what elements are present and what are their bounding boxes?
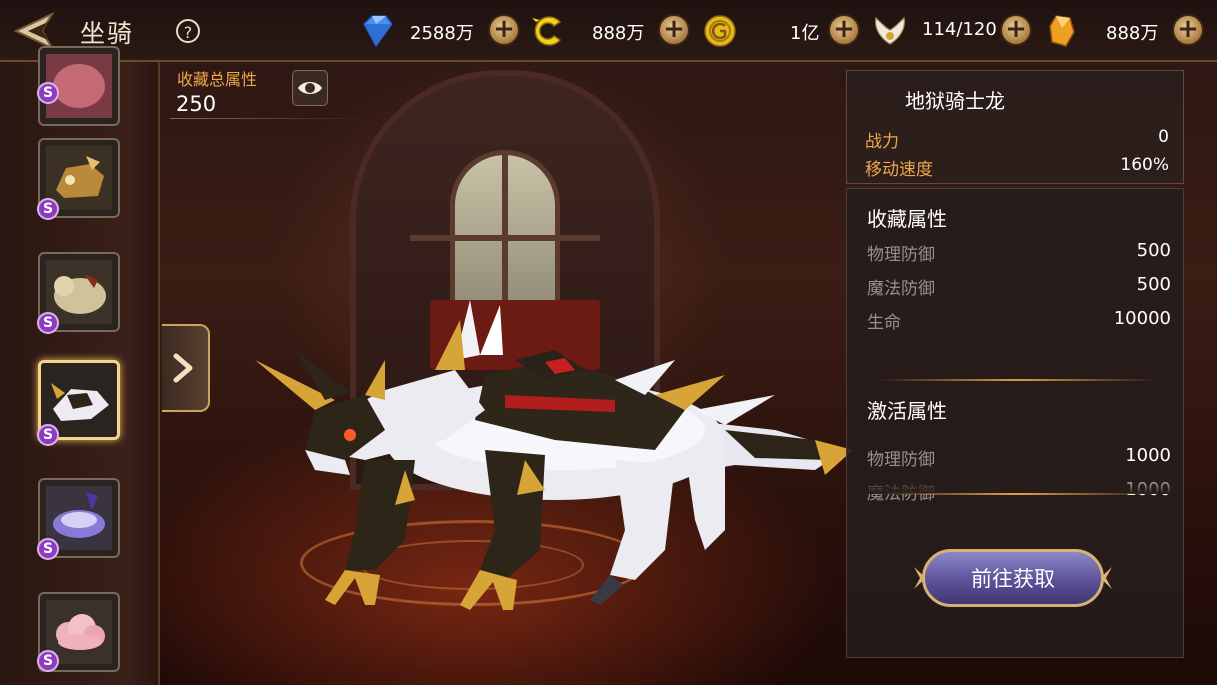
stat-value: 160%	[1120, 155, 1169, 175]
expand-list-button[interactable]	[162, 324, 210, 412]
mount-info-card: 地狱骑士龙 战力 0 移动速度 160%	[846, 70, 1184, 184]
hell-knight-dragon-thumbnail	[47, 369, 113, 433]
add-gold-button[interactable]: +	[828, 14, 860, 46]
stat-label: 战力	[865, 132, 899, 152]
rank-s-badge: S	[37, 650, 59, 672]
currency-value: 1亿	[790, 23, 820, 44]
add-amber-button[interactable]: +	[1172, 14, 1204, 46]
help-icon[interactable]: ?	[176, 19, 200, 43]
currency-value: 114/120	[922, 19, 997, 40]
attr-value: 500	[1136, 240, 1171, 261]
currency-stamina: 114/120 +	[872, 12, 1037, 50]
diamond-icon	[363, 15, 393, 48]
amber-crystal-icon	[1049, 15, 1075, 47]
view-attributes-button[interactable]	[292, 70, 328, 106]
attr-label: 物理防御	[867, 245, 935, 265]
section-divider	[877, 379, 1157, 381]
rank-s-badge: S	[37, 538, 59, 560]
rank-s-badge: S	[37, 312, 59, 334]
chevron-right-icon	[173, 353, 193, 383]
stat-label: 移动速度	[865, 160, 933, 180]
wing-stamina-icon	[875, 16, 905, 45]
page-title: 坐骑	[80, 19, 135, 48]
currency-value: 888万	[592, 23, 645, 44]
scroll-edge-line	[877, 493, 1157, 495]
currency-value: 2588万	[410, 23, 474, 44]
attr-label: 生命	[867, 313, 901, 333]
attr-value: 1000	[1125, 445, 1171, 466]
attr-label: 物理防御	[867, 450, 935, 470]
currency-value: 888万	[1106, 23, 1159, 44]
collect-attributes-title: 收藏属性	[867, 207, 947, 231]
attr-value: 10000	[1113, 308, 1171, 329]
c-coin-icon	[532, 16, 562, 46]
currency-c-coin: 888万 +	[530, 12, 700, 50]
collection-total-label: 收藏总属性	[177, 70, 258, 89]
rank-s-badge: S	[37, 198, 59, 220]
currency-gold-coin: 1亿 +	[702, 12, 864, 50]
divider	[170, 118, 370, 119]
add-c-coin-button[interactable]: +	[658, 14, 690, 46]
rank-s-badge: S	[37, 424, 59, 446]
collection-total-value: 250	[176, 92, 217, 116]
add-stamina-button[interactable]: +	[1000, 14, 1032, 46]
go-obtain-label: 前往获取	[971, 567, 1055, 591]
currency-diamond: 2588万 +	[358, 12, 528, 50]
top-bar: 坐骑 ? 2588万 + 888万 + 1亿 + 114/120 + 888万 …	[0, 0, 1217, 62]
scroll-fade	[847, 474, 1183, 494]
window-frame	[410, 235, 600, 241]
mount-list[interactable]: S S S S S S	[0, 46, 160, 685]
eye-icon	[298, 82, 322, 94]
attr-value: 500	[1136, 274, 1171, 295]
attr-label: 魔法防御	[867, 279, 935, 299]
activate-attributes-title: 激活属性	[867, 399, 947, 423]
stat-value: 0	[1158, 127, 1169, 147]
add-diamond-button[interactable]: +	[488, 14, 520, 46]
rank-s-badge: S	[37, 82, 59, 104]
mount-model[interactable]	[255, 300, 855, 620]
currency-amber: 888万 +	[1044, 12, 1214, 50]
gold-coin-icon	[704, 15, 736, 47]
go-obtain-button[interactable]: 前往获取	[912, 549, 1114, 607]
mount-name: 地狱骑士龙	[905, 89, 1005, 113]
